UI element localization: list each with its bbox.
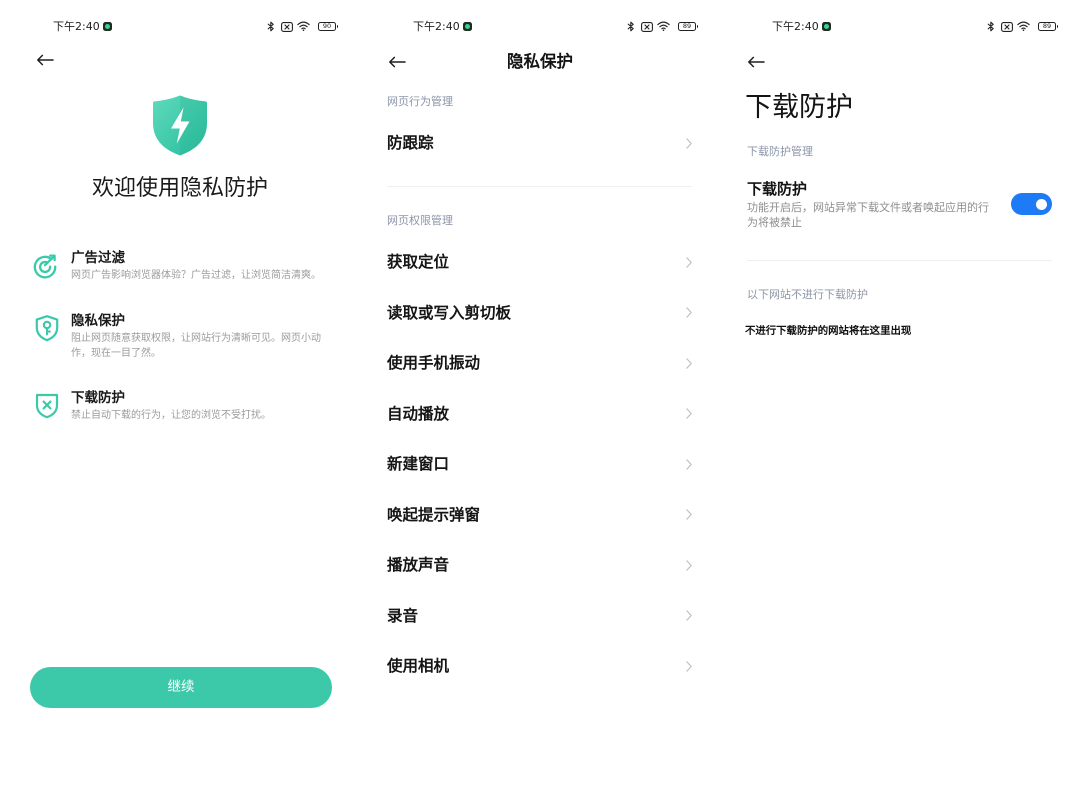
shield-x-icon [34, 391, 60, 419]
ad-filter-icon [31, 251, 59, 279]
battery-level: 90 [322, 22, 332, 30]
section-divider [387, 186, 692, 187]
feature-title: 下载防护 [71, 390, 125, 406]
empty-state-text: 不进行下载防护的网站将在这里出现 [745, 325, 912, 337]
settings-item-autoplay[interactable]: 自动播放 [387, 389, 692, 440]
feature-item-ad-filter: 广告过滤 网页广告影响浏览器体验？广告过滤，让浏览简洁清爽。 [0, 250, 360, 283]
privacy-settings-screen: 下午2:40 89 隐私保护 网页行为管理 防跟踪 网页权限管理 获取定位 读取… [360, 0, 720, 797]
section-header-permissions: 网页权限管理 [387, 214, 453, 227]
settings-item-label: 新建窗口 [387, 455, 450, 473]
settings-item-popup[interactable]: 唤起提示弹窗 [387, 490, 692, 541]
settings-item-new-window[interactable]: 新建窗口 [387, 439, 692, 490]
settings-item-camera[interactable]: 使用相机 [387, 641, 692, 692]
section-header-exceptions: 以下网站不进行下载防护 [747, 288, 868, 301]
wifi-icon [657, 21, 670, 31]
settings-item-anti-tracking[interactable]: 防跟踪 [387, 123, 692, 163]
bluetooth-icon [627, 21, 635, 32]
wifi-icon [1017, 21, 1030, 31]
status-bar: 下午2:40 89 [720, 0, 1080, 44]
download-protection-toggle[interactable] [1011, 193, 1052, 215]
settings-item-label: 唤起提示弹窗 [387, 505, 481, 524]
settings-item-vibration[interactable]: 使用手机振动 [387, 338, 692, 389]
bluetooth-icon [987, 21, 995, 32]
battery-level: 89 [1042, 22, 1052, 30]
settings-item-label: 自动播放 [387, 404, 450, 423]
chevron-right-icon [686, 610, 692, 621]
feature-title: 广告过滤 [71, 250, 125, 266]
chevron-right-icon [686, 560, 692, 571]
settings-item-label: 录音 [387, 606, 419, 625]
battery-level: 89 [682, 22, 692, 30]
back-arrow-icon[interactable] [36, 54, 54, 66]
settings-item-label: 读取或写入剪切板 [387, 303, 512, 322]
chevron-right-icon [686, 137, 692, 149]
chevron-right-icon [686, 257, 692, 268]
status-bar: 下午2:40 89 [360, 0, 720, 44]
no-sim-icon [281, 22, 293, 32]
shield-lightning-icon [152, 93, 208, 157]
page-title: 欢迎使用隐私防护 [91, 176, 268, 201]
app-notification-icon [822, 22, 831, 31]
chevron-right-icon [686, 509, 692, 520]
no-sim-icon [1001, 22, 1013, 32]
chevron-right-icon [686, 408, 692, 419]
chevron-right-icon [686, 358, 692, 369]
battery-icon: 90 [318, 22, 338, 31]
shield-key-icon [34, 314, 60, 342]
feature-item-download-protection: 下载防护 禁止自动下载的行为，让您的浏览不受打扰。 [0, 390, 360, 423]
status-bar: 下午2:40 90 [0, 0, 360, 44]
section-header-download-management: 下载防护管理 [747, 145, 813, 158]
continue-button[interactable]: 继续 [30, 667, 332, 708]
feature-description: 网页广告影响浏览器体验？广告过滤，让浏览简洁清爽。 [71, 269, 321, 281]
permission-list: 获取定位 读取或写入剪切板 使用手机振动 自动播放 新建窗口 唤起提示弹窗 播放… [387, 237, 692, 692]
no-sim-icon [641, 22, 653, 32]
status-time: 下午2:40 [413, 20, 460, 33]
chevron-right-icon [686, 307, 692, 318]
settings-item-sound[interactable]: 播放声音 [387, 540, 692, 591]
battery-icon: 89 [678, 22, 698, 31]
settings-item-location[interactable]: 获取定位 [387, 237, 692, 288]
settings-item-label: 播放声音 [387, 556, 450, 574]
settings-item-label: 使用相机 [387, 657, 450, 675]
chevron-right-icon [686, 661, 692, 672]
download-protection-screen: 下午2:40 89 下载防护 下载防护管理 下载防护 功能开启后，网站异常下载文… [720, 0, 1080, 797]
setting-title: 下载防护 [747, 180, 808, 198]
battery-icon: 89 [1038, 22, 1058, 31]
feature-item-privacy-protection: 隐私保护 阻止网页随意获取权限，让网站行为清晰可见。网页小动作，现在一目了然。 [0, 313, 360, 361]
setting-description: 功能开启后，网站异常下载文件或者唤起应用的行为将被禁止 [747, 200, 989, 229]
settings-item-label: 使用手机振动 [387, 354, 481, 372]
settings-item-label: 获取定位 [387, 253, 450, 271]
wifi-icon [297, 21, 310, 31]
settings-item-clipboard[interactable]: 读取或写入剪切板 [387, 288, 692, 339]
page-title: 隐私保护 [507, 52, 573, 71]
chevron-right-icon [686, 459, 692, 470]
section-divider [747, 260, 1052, 261]
app-notification-icon [463, 22, 472, 31]
back-arrow-icon[interactable] [747, 56, 765, 68]
feature-title: 隐私保护 [71, 313, 125, 329]
feature-description: 阻止网页随意获取权限，让网站行为清晰可见。网页小动作，现在一目了然。 [71, 332, 321, 359]
toggle-knob [1035, 198, 1047, 210]
page-title: 下载防护 [745, 92, 853, 123]
settings-item-microphone[interactable]: 录音 [387, 591, 692, 642]
welcome-screen: 下午2:40 90 欢迎使用隐私防护 广告过滤 网页广告影响浏览器体验？广告过滤… [0, 0, 360, 797]
status-time: 下午2:40 [53, 20, 100, 33]
section-header-behavior: 网页行为管理 [387, 95, 453, 108]
app-notification-icon [103, 22, 112, 31]
bluetooth-icon [267, 21, 275, 32]
status-time: 下午2:40 [772, 20, 819, 33]
settings-item-label: 防跟踪 [387, 134, 434, 152]
feature-description: 禁止自动下载的行为，让您的浏览不受打扰。 [71, 409, 271, 421]
